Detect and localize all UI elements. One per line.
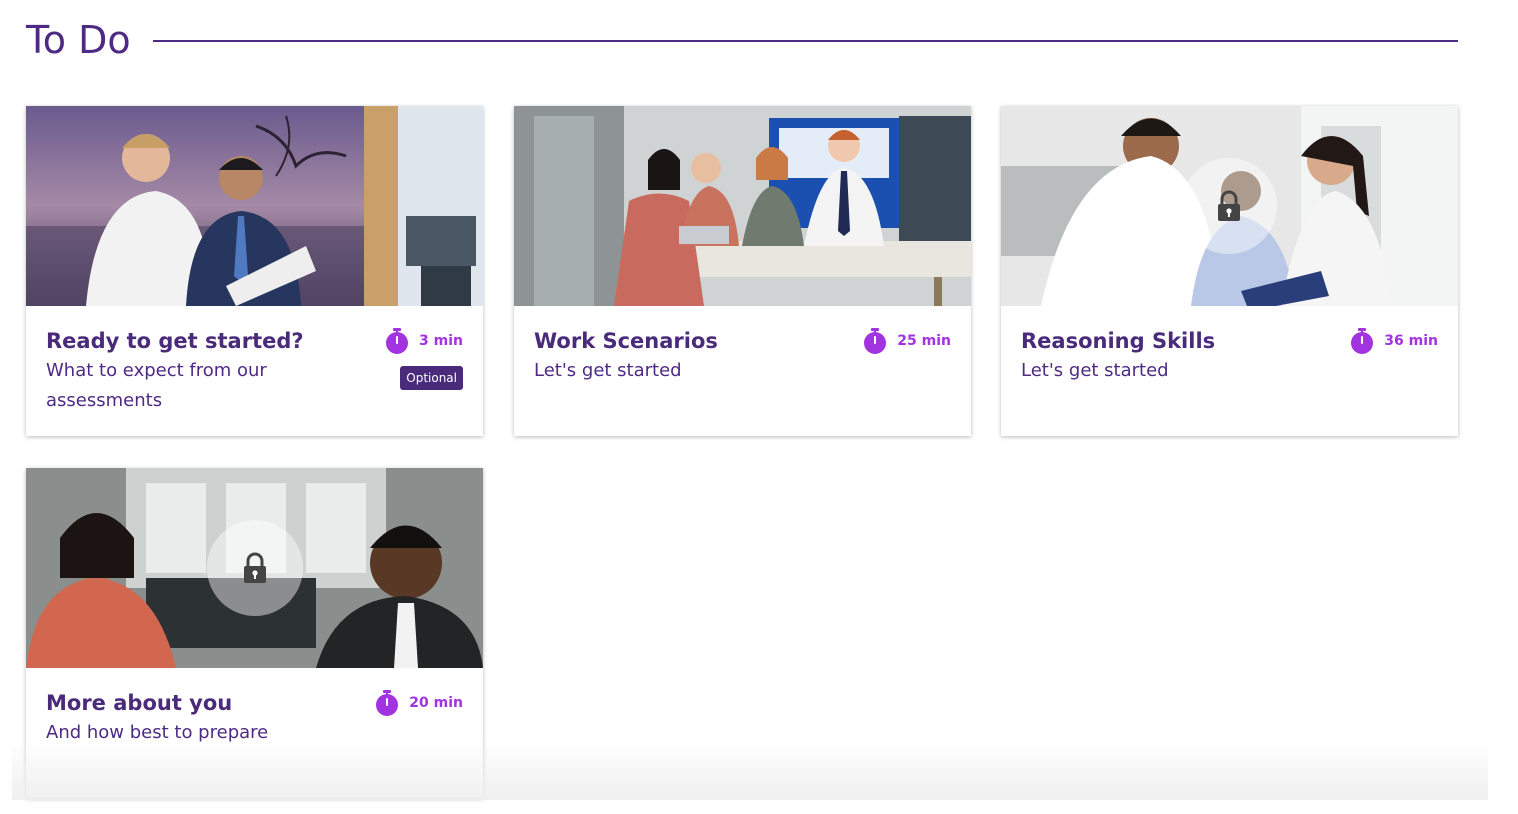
lock-overlay	[207, 520, 303, 616]
card-subtitle: And how best to prepare	[46, 722, 269, 743]
card-duration: 36 min	[1350, 328, 1438, 354]
card-duration: 20 min	[375, 690, 463, 716]
photo-two-men-meeting	[26, 106, 483, 306]
card-reasoning-skills[interactable]: Reasoning Skills Let's get started 36 mi…	[1001, 106, 1458, 436]
duration-label: 36 min	[1384, 333, 1438, 349]
lock-icon	[1215, 190, 1243, 222]
section-header: To Do	[26, 14, 1458, 66]
card-photo	[1001, 106, 1458, 306]
card-photo	[514, 106, 971, 306]
card-subtitle: What to expect from our assessments	[46, 360, 267, 411]
stopwatch-icon	[1350, 328, 1374, 354]
card-body: Reasoning Skills Let's get started 36 mi…	[1001, 306, 1458, 386]
card-more-about-you[interactable]: More about you And how best to prepare 2…	[26, 468, 483, 798]
card-work-scenarios[interactable]: Work Scenarios Let's get started 25 min	[514, 106, 971, 436]
card-photo	[26, 106, 483, 306]
stopwatch-icon	[863, 328, 887, 354]
card-duration: 3 min	[385, 328, 463, 354]
stopwatch-icon	[375, 690, 399, 716]
photo-team-at-table	[514, 106, 971, 306]
lock-icon	[241, 552, 269, 584]
card-body: Work Scenarios Let's get started 25 min	[514, 306, 971, 386]
stopwatch-icon	[385, 328, 409, 354]
duration-label: 20 min	[409, 695, 463, 711]
card-body: More about you And how best to prepare 2…	[26, 668, 483, 748]
section-title: To Do	[26, 18, 131, 62]
duration-label: 25 min	[897, 333, 951, 349]
card-photo	[26, 468, 483, 668]
lock-overlay	[1181, 158, 1277, 254]
card-body: Ready to get started? What to expect fro…	[26, 306, 483, 416]
card-subtitle: Let's get started	[1021, 360, 1169, 381]
todo-page: To Do Ready to get started? What to expe…	[0, 0, 1518, 814]
optional-badge: Optional	[400, 366, 463, 390]
card-subtitle: Let's get started	[534, 360, 682, 381]
header-divider	[152, 40, 1458, 42]
card-ready-to-get-started[interactable]: Ready to get started? What to expect fro…	[26, 106, 483, 436]
duration-label: 3 min	[419, 333, 463, 349]
card-duration: 25 min	[863, 328, 951, 354]
